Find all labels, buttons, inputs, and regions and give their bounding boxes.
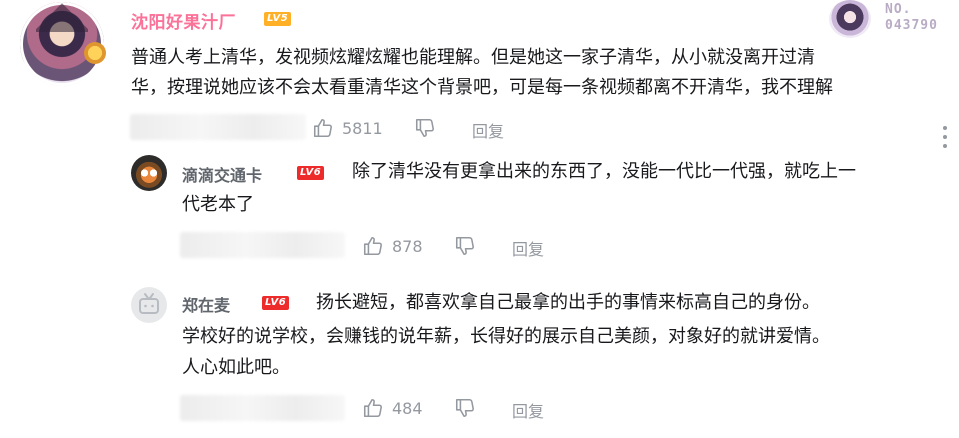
avatar[interactable] — [20, 2, 106, 86]
avatar[interactable] — [131, 287, 167, 323]
reply-date — [180, 395, 345, 421]
comment-text-line: 普通人考上清华，发视频炫耀炫耀也能理解。但是她这一家子清华，从小就没离开过清 — [131, 47, 815, 68]
reply-text-line: 代老本了 — [182, 194, 254, 215]
level-badge: LV6 — [297, 166, 325, 180]
reply-date — [180, 232, 345, 258]
reply-text-line: 学校好的说学校，会赚钱的说年薪，长得好的展示自己美颜，对象好的就讲爱情。 — [182, 326, 830, 347]
comment-date — [130, 114, 306, 140]
like-count: 878 — [392, 236, 423, 256]
level-badge: LV5 — [264, 12, 292, 26]
avatar[interactable] — [131, 155, 167, 191]
reply-text-line: 人心如此吧。 — [182, 357, 290, 378]
reply-text-line: 除了清华没有更拿出来的东西了，没能一代比一代强，就吃上一 — [352, 161, 856, 182]
like-count: 5811 — [342, 118, 383, 138]
more-vertical-icon[interactable] — [940, 124, 950, 150]
decoration-avatar — [829, 0, 871, 38]
thumbs-up-icon — [363, 398, 382, 418]
like-button[interactable]: 878 — [362, 235, 423, 257]
reply-button[interactable]: 回复 — [512, 398, 544, 422]
like-button[interactable]: 5811 — [312, 117, 383, 139]
level-badge: LV6 — [262, 296, 290, 310]
thumbs-down-icon — [455, 236, 474, 256]
decoration-number: 043790 — [885, 18, 938, 33]
thumbs-up-icon — [313, 118, 332, 138]
fan-decoration[interactable]: NO. 043790 — [825, 0, 955, 38]
decoration-label: NO. — [885, 2, 912, 17]
comment-text-line: 华，按理说她应该不会太看重清华这个背景吧，可是每一条视频都离不开清华，我不理解 — [131, 77, 833, 98]
thumbs-down-icon — [455, 398, 474, 418]
reply-text-line: 扬长避短，都喜欢拿自己最拿的出手的事情来标高自己的身份。 — [316, 292, 820, 313]
like-count: 484 — [392, 398, 423, 418]
reply-button[interactable]: 回复 — [472, 118, 504, 142]
reply-username[interactable]: 滴滴交通卡 — [182, 162, 262, 186]
thumbs-up-icon — [363, 236, 382, 256]
like-button[interactable]: 484 — [362, 397, 423, 419]
dislike-button[interactable] — [454, 235, 476, 257]
reply-button[interactable]: 回复 — [512, 236, 544, 260]
dislike-button[interactable] — [454, 397, 476, 419]
thumbs-down-icon — [415, 118, 434, 138]
reply-username[interactable]: 郑在麦 — [182, 292, 230, 316]
comment-username[interactable]: 沈阳好果汁厂 — [131, 8, 236, 33]
dislike-button[interactable] — [414, 117, 436, 139]
default-avatar-tv-icon — [139, 293, 159, 314]
